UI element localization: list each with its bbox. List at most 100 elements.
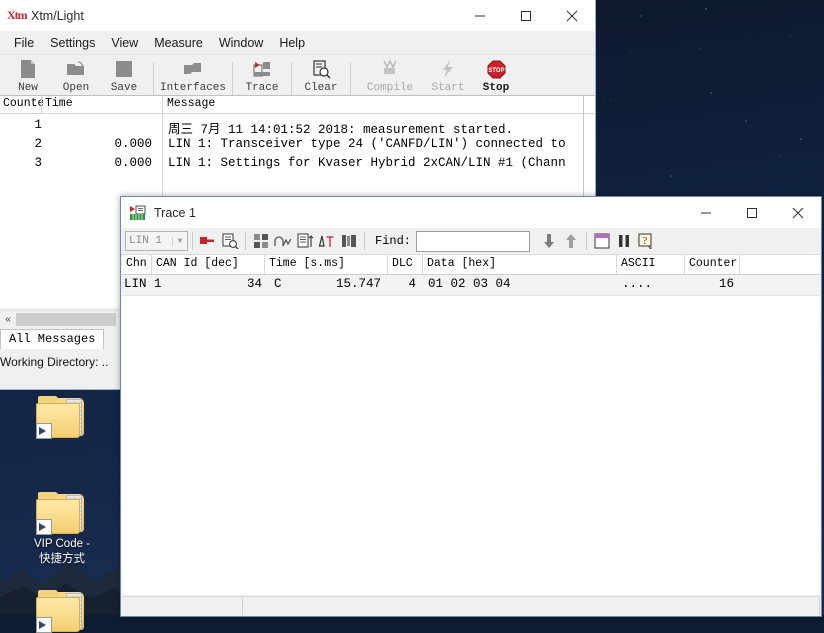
toolbar-save-label: Save <box>110 82 138 94</box>
toolbar-stop-label: Stop <box>482 82 510 94</box>
toolbar-trace-label: Trace <box>245 82 279 94</box>
menu-item-window[interactable]: Window <box>211 34 271 52</box>
trace-grid[interactable]: Chn CAN Id [dec] Time [s.ms] DLC Data [h… <box>122 255 820 595</box>
scrollbar-thumb[interactable] <box>16 313 116 326</box>
trace-status-bar <box>122 596 820 615</box>
column-header-data[interactable]: Data [hex] <box>423 257 496 270</box>
trace-cell-ascii: .... <box>622 277 653 291</box>
trace-cell-time: 15.747 <box>335 277 381 291</box>
channel-select[interactable]: LIN 1 ▼ <box>125 231 188 251</box>
desktop-icon-vip-code[interactable]: VIP Code - 快捷方式 <box>14 492 110 567</box>
grid-columns-icon[interactable] <box>250 230 272 252</box>
column-header-chn[interactable]: Chn <box>122 257 147 270</box>
trace-status-segment <box>243 597 820 615</box>
minimize-icon[interactable] <box>457 0 503 31</box>
column-header-counter[interactable]: Counter <box>685 257 737 270</box>
shortcut-arrow-icon <box>36 423 52 439</box>
trace-cell-data: 01 02 03 04 <box>428 277 511 291</box>
pause-icon[interactable] <box>613 230 635 252</box>
save-disk-icon <box>115 58 133 80</box>
trace-window-titlebar[interactable]: Trace 1 <box>121 197 821 228</box>
column-header-time[interactable]: Time [s.ms] <box>265 257 345 270</box>
window-view-icon[interactable] <box>591 230 613 252</box>
channel-select-value: LIN 1 <box>129 235 163 247</box>
trace-icon <box>252 58 272 80</box>
desktop-icon-folder-top[interactable] <box>14 396 110 439</box>
toolbar-start-label: Start <box>431 82 465 94</box>
menu-item-view[interactable]: View <box>103 34 146 52</box>
trace-grid-header: Chn CAN Id [dec] Time [s.ms] DLC Data [h… <box>122 255 820 275</box>
main-window-titlebar[interactable]: Xtm Xtm/Light <box>0 0 595 32</box>
column-header-dlc[interactable]: DLC <box>388 257 413 270</box>
close-icon[interactable] <box>549 0 595 31</box>
message-text: LIN 1: Settings for Kvaser Hybrid 2xCAN/… <box>168 156 566 170</box>
column-header-counter[interactable]: Counte <box>0 97 43 110</box>
trace-cell-counter: 16 <box>718 277 734 291</box>
toolbar-interfaces-label: Interfaces <box>159 82 226 94</box>
trace-cell-chn: LIN 1 <box>124 277 162 291</box>
folder-icon <box>36 590 88 633</box>
svg-text:?: ? <box>643 236 648 247</box>
menu-item-file[interactable]: File <box>6 34 42 52</box>
trace-cell-can-id: 34 <box>246 277 262 291</box>
main-menu-bar: File Settings View Measure Window Help <box>0 32 595 54</box>
toolbar-compile-label: Compile <box>366 82 414 94</box>
menu-item-settings[interactable]: Settings <box>42 34 103 52</box>
clear-icon <box>311 58 331 80</box>
maximize-icon[interactable] <box>503 0 549 31</box>
open-folder-icon <box>66 58 86 80</box>
help-icon[interactable]: ? <box>635 230 657 252</box>
xtm-logo-icon: Xtm <box>7 8 28 22</box>
tab-all-messages[interactable]: All Messages <box>0 329 105 349</box>
toolbar-separator <box>350 62 351 96</box>
delta-time-icon[interactable] <box>316 230 338 252</box>
message-time: 0.000 <box>114 137 152 151</box>
toolbar-open-label: Open <box>62 82 90 94</box>
message-row[interactable]: 3 0.000 LIN 1: Settings for Kvaser Hybri… <box>0 156 595 175</box>
toolbar-separator <box>232 62 233 96</box>
message-list-horizontal-scrollbar[interactable]: « <box>0 310 118 328</box>
toolbar-separator <box>153 62 154 96</box>
menu-item-measure[interactable]: Measure <box>146 34 211 52</box>
message-list-header: Counte Time Message <box>0 96 595 114</box>
desktop-icon-label: VIP Code - 快捷方式 <box>33 538 91 565</box>
trace-row[interactable]: LIN 1 34 C 15.747 4 01 02 03 04 .... 16 <box>122 275 820 296</box>
compile-icon <box>379 58 401 80</box>
message-time: 0.000 <box>114 156 152 170</box>
trace-status-segment <box>122 597 243 615</box>
close-icon[interactable] <box>775 197 821 228</box>
menu-item-help[interactable]: Help <box>271 34 313 52</box>
column-header-time[interactable]: Time <box>42 97 163 110</box>
toolbar-new-label: New <box>18 82 38 94</box>
column-layout-icon[interactable] <box>338 230 360 252</box>
chevron-down-icon[interactable]: ▼ <box>172 236 187 246</box>
message-counter: 1 <box>34 118 42 132</box>
toolbar-separator <box>291 62 292 96</box>
trace-window-icon <box>129 205 146 221</box>
desktop-icon-folder-bottom[interactable] <box>14 590 110 633</box>
trace-window: Trace 1 LIN 1 ▼ Find: ? Chn CAN Id [dec]… <box>120 196 822 617</box>
copy-document-icon[interactable] <box>219 230 241 252</box>
sort-lines-icon[interactable] <box>294 230 316 252</box>
interfaces-icon <box>182 58 204 80</box>
message-text: 周三 7月 11 14:01:52 2018: measurement star… <box>168 123 514 137</box>
marker-icon[interactable] <box>197 230 219 252</box>
waveform-icon[interactable] <box>272 230 294 252</box>
column-header-can-id[interactable]: CAN Id [dec] <box>152 257 239 270</box>
column-header-ascii[interactable]: ASCII <box>617 257 656 270</box>
minimize-icon[interactable] <box>683 197 729 228</box>
message-row[interactable]: 1 周三 7月 11 14:01:52 2018: measurement st… <box>0 118 595 137</box>
shortcut-arrow-icon <box>36 617 52 633</box>
column-header-message[interactable]: Message <box>164 97 215 110</box>
find-label: Find: <box>375 234 412 248</box>
trace-cell-can-id-flag: C <box>274 277 282 291</box>
find-input[interactable] <box>416 230 531 252</box>
arrow-down-icon[interactable] <box>538 230 560 252</box>
arrow-up-icon[interactable] <box>560 230 582 252</box>
maximize-icon[interactable] <box>729 197 775 228</box>
folder-icon <box>36 396 88 439</box>
scroll-left-icon[interactable]: « <box>0 311 16 328</box>
message-row[interactable]: 2 0.000 LIN 1: Transceiver type 24 ('CAN… <box>0 137 595 156</box>
message-text: LIN 1: Transceiver type 24 ('CANFD/LIN')… <box>168 137 566 151</box>
message-tabs: All Messages <box>0 329 118 349</box>
